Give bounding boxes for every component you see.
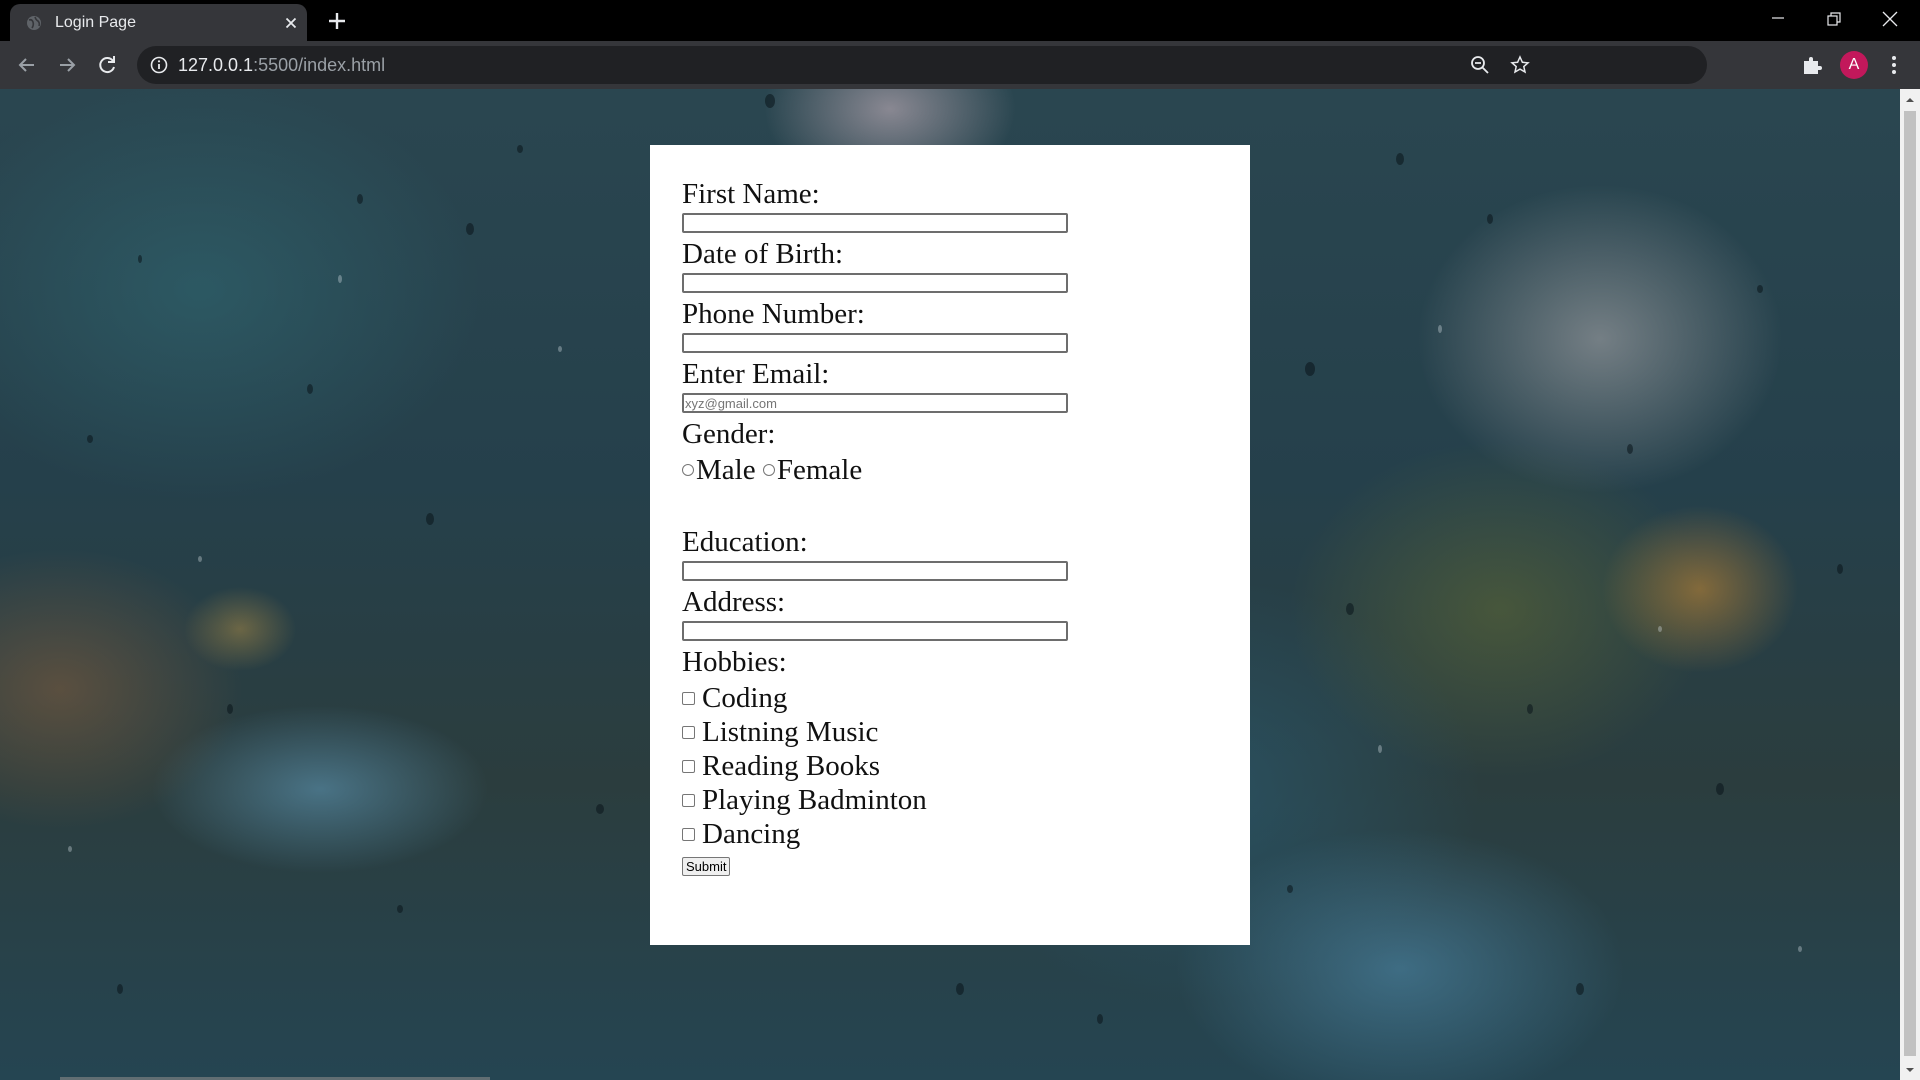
minimize-icon — [1772, 17, 1784, 19]
browser-toolbar: 127.0.0.1:5500/index.html A — [0, 41, 1920, 89]
hobby-badminton-label: Playing Badminton — [702, 784, 927, 816]
back-arrow-icon[interactable] — [13, 51, 41, 79]
address-bar[interactable]: 127.0.0.1:5500/index.html — [137, 46, 1707, 84]
hobby-music-label: Listning Music — [702, 716, 879, 748]
minimize-button[interactable] — [1750, 0, 1806, 38]
globe-icon — [27, 16, 41, 30]
tab-title: Login Page — [55, 14, 136, 31]
hobby-item: Dancing — [682, 817, 1222, 851]
forward-arrow-icon[interactable] — [53, 51, 81, 79]
gender-radio-group: Male Female — [682, 453, 1222, 487]
education-input[interactable] — [682, 561, 1068, 581]
dob-input[interactable] — [682, 273, 1068, 293]
url-text: 127.0.0.1:5500/index.html — [178, 55, 385, 76]
new-tab-icon[interactable] — [325, 9, 349, 33]
reload-icon[interactable] — [93, 51, 121, 79]
submit-button[interactable]: Submit — [682, 857, 731, 876]
address-input[interactable] — [682, 621, 1068, 641]
registration-form-card: First Name: Date of Birth: Phone Number:… — [650, 145, 1250, 945]
extensions-puzzle-icon[interactable] — [1800, 53, 1824, 77]
hobby-item: Reading Books — [682, 749, 1222, 783]
restore-button[interactable] — [1806, 0, 1862, 38]
hobby-item: Coding — [682, 681, 1222, 715]
hobby-coding-checkbox[interactable] — [682, 691, 695, 705]
hobby-coding-label: Coding — [702, 682, 788, 714]
info-icon[interactable] — [150, 56, 168, 74]
gender-male-radio[interactable] — [682, 464, 694, 477]
page-viewport: First Name: Date of Birth: Phone Number:… — [0, 89, 1900, 1080]
hobby-badminton-checkbox[interactable] — [682, 793, 695, 807]
tab-strip: Login Page — [0, 0, 1920, 41]
close-icon — [1882, 11, 1898, 27]
vertical-scrollbar[interactable] — [1900, 89, 1920, 1080]
browser-tab[interactable]: Login Page — [10, 4, 307, 41]
phone-label: Phone Number: — [682, 298, 865, 330]
gender-male-label: Male — [696, 454, 756, 486]
menu-kebab-icon[interactable] — [1882, 53, 1906, 77]
email-input[interactable] — [682, 393, 1068, 413]
hobby-item: Playing Badminton — [682, 783, 1222, 817]
hobby-music-checkbox[interactable] — [682, 725, 695, 739]
url-path: :5500/index.html — [253, 55, 386, 75]
hobby-dancing-checkbox[interactable] — [682, 827, 695, 841]
close-window-button[interactable] — [1862, 0, 1918, 38]
profile-avatar[interactable]: A — [1840, 51, 1868, 79]
gender-female-radio[interactable] — [762, 464, 775, 477]
hobby-reading-checkbox[interactable] — [682, 759, 695, 773]
scroll-up-arrow-icon[interactable] — [1905, 95, 1915, 105]
address-label: Address: — [682, 586, 786, 618]
registration-form: First Name: Date of Birth: Phone Number:… — [682, 175, 1222, 876]
hobby-dancing-label: Dancing — [702, 818, 801, 850]
scroll-down-arrow-icon[interactable] — [1905, 1065, 1915, 1075]
first-name-input[interactable] — [682, 213, 1068, 233]
education-label: Education: — [682, 526, 808, 558]
hobby-item: Listning Music — [682, 715, 1222, 749]
hobbies-label: Hobbies: — [682, 646, 787, 678]
gender-label: Gender: — [682, 418, 776, 450]
zoom-icon[interactable] — [1470, 55, 1490, 75]
gender-female-label: Female — [776, 454, 863, 486]
scrollbar-thumb[interactable] — [1904, 111, 1916, 1056]
dob-label: Date of Birth: — [682, 238, 844, 270]
bookmark-star-icon[interactable] — [1510, 55, 1530, 75]
first-name-label: First Name: — [682, 178, 820, 210]
hobby-reading-label: Reading Books — [702, 750, 881, 782]
phone-input[interactable] — [682, 333, 1068, 353]
restore-icon — [1827, 12, 1841, 26]
url-host: 127.0.0.1 — [178, 55, 254, 75]
close-tab-icon[interactable] — [283, 15, 299, 31]
email-label: Enter Email: — [682, 358, 830, 390]
